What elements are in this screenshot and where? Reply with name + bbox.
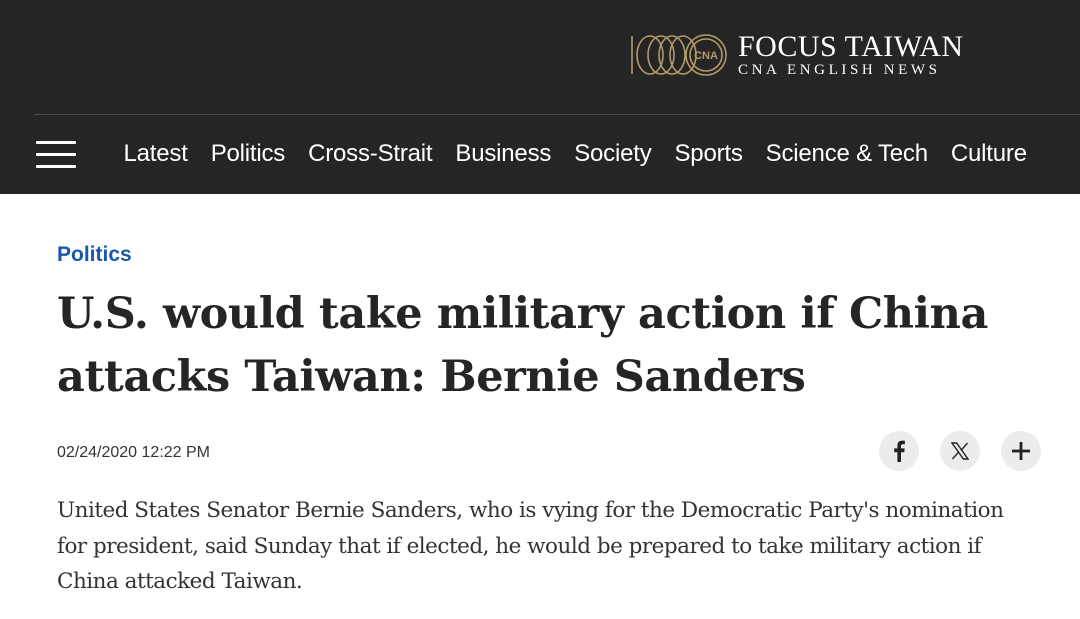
facebook-icon	[894, 440, 905, 462]
site-subtitle: CNA ENGLISH NEWS	[738, 62, 941, 78]
site-title: FOCUS TAIWAN	[738, 30, 964, 63]
nav-item-culture[interactable]: Culture	[939, 140, 1038, 168]
share-x-button[interactable]	[940, 431, 980, 471]
share-facebook-button[interactable]	[879, 431, 919, 471]
article-timestamp: 02/24/2020 12:22 PM	[57, 444, 211, 461]
nav-item-sports[interactable]: Sports	[663, 140, 754, 168]
nav-item-science-tech[interactable]: Science & Tech	[754, 140, 939, 168]
plus-icon	[1012, 442, 1030, 460]
x-icon	[950, 442, 970, 460]
share-more-button[interactable]	[1001, 431, 1041, 471]
article-headline: U.S. would take military action if China…	[57, 289, 988, 402]
nav-item-business[interactable]: Business	[444, 140, 563, 168]
article-lede: United States Senator Bernie Sanders, wh…	[57, 498, 1004, 594]
nav-items: Latest Politics Cross-Strait Business So…	[112, 114, 1038, 194]
site-logo[interactable]: CNA FOCUS TAIWAN CNA ENGLISH NEWS	[628, 30, 964, 80]
nav-item-cross-strait[interactable]: Cross-Strait	[297, 140, 444, 168]
article-category-link[interactable]: Politics	[57, 243, 132, 267]
hamburger-menu-icon[interactable]	[36, 139, 78, 173]
site-header: CNA FOCUS TAIWAN CNA ENGLISH NEWS	[0, 0, 1080, 114]
cna-100-anniversary-logo-icon: CNA	[631, 34, 727, 76]
nav-item-latest[interactable]: Latest	[112, 140, 199, 168]
nav-item-society[interactable]: Society	[563, 140, 663, 168]
svg-text:CNA: CNA	[694, 50, 718, 62]
nav-item-politics[interactable]: Politics	[199, 140, 296, 168]
